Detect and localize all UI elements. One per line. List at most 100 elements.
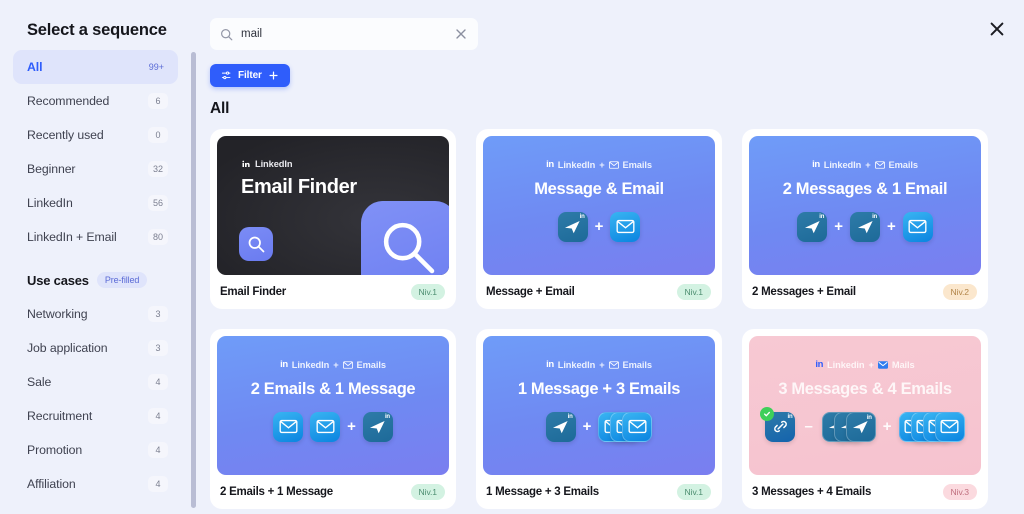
card-source-suffix: Emails — [622, 359, 652, 370]
envelope-icon — [342, 360, 353, 369]
card-visual: in LinkedIn + Emails 2 Messages & 1 Emai… — [749, 136, 981, 275]
plus-separator: + — [887, 218, 896, 236]
card-visual: in LinkedIn + Emails Message & Email in — [483, 136, 715, 275]
plus-separator: + — [868, 359, 874, 370]
linkedin-message-icon: in — [362, 411, 393, 442]
card-footer: 1 Message + 3 Emails Niv.1 — [483, 475, 715, 509]
sidebar-item-label: LinkedIn + Email — [27, 230, 117, 244]
plus-separator: + — [599, 159, 605, 170]
sidebar-item-recruitment[interactable]: Recruitment 4 — [13, 399, 178, 433]
sidebar-item-recommended[interactable]: Recommended 6 — [13, 84, 178, 118]
card-source: in LinkedIn + Emails — [546, 359, 652, 370]
sidebar-item-promotion[interactable]: Promotion 4 — [13, 433, 178, 467]
card-visual: in Linkedin + Mails 3 Messages & 4 Email… — [749, 336, 981, 475]
sidebar-item-all[interactable]: All 99+ — [13, 50, 178, 84]
sidebar-item-count: 4 — [148, 476, 168, 492]
email-icon — [610, 211, 641, 242]
card-visual-title: Email Finder — [241, 176, 357, 198]
card-footer: Message + Email Niv.1 — [483, 275, 715, 309]
card-name: 3 Messages + 4 Emails — [752, 486, 872, 498]
sidebar-item-label: Promotion — [27, 443, 83, 457]
card-visual: in LinkedIn + Emails 1 Message + 3 Email… — [483, 336, 715, 475]
email-icon — [934, 411, 965, 442]
linkedin-icon: in — [815, 359, 824, 370]
sequence-card-2-messages-email[interactable]: in LinkedIn + Emails 2 Messages & 1 Emai… — [742, 129, 988, 309]
dash-separator: – — [804, 418, 813, 436]
clear-icon[interactable] — [454, 27, 468, 41]
search-input[interactable] — [241, 28, 446, 40]
filter-button[interactable]: Filter — [210, 64, 290, 87]
card-icon-row: in + in + — [797, 211, 933, 242]
search-row — [200, 18, 1024, 50]
sidebar-item-label: Sale — [27, 375, 52, 389]
email-icon — [273, 411, 304, 442]
card-name: 2 Messages + Email — [752, 286, 856, 298]
sidebar-item-beginner[interactable]: Beginner 32 — [13, 152, 178, 186]
sequence-card-email-finder[interactable]: LinkedIn Email Finder Email Finder Niv.1 — [210, 129, 456, 309]
sequence-card-message-email[interactable]: in LinkedIn + Emails Message & Email in — [476, 129, 722, 309]
sequence-card-3-messages-4-emails[interactable]: in Linkedin + Mails 3 Messages & 4 Email… — [742, 329, 988, 509]
page-title: Select a sequence — [27, 21, 167, 39]
sidebar-item-job-application[interactable]: Job application 3 — [13, 331, 178, 365]
plus-separator: + — [834, 218, 843, 236]
sidebar-scrollbar[interactable] — [191, 52, 196, 508]
plus-separator: + — [347, 418, 356, 436]
sidebar-item-networking[interactable]: Networking 3 — [13, 297, 178, 331]
card-source-label: LinkedIn — [255, 159, 293, 169]
main-content: Filter All LinkedI — [200, 0, 1024, 514]
sidebar-item-sale[interactable]: Sale 4 — [13, 365, 178, 399]
sidebar-item-linkedin-email[interactable]: LinkedIn + Email 80 — [13, 220, 178, 254]
card-footer: Email Finder Niv.1 — [217, 275, 449, 309]
sidebar-item-count: 3 — [148, 340, 168, 356]
use-cases-title: Use cases — [27, 272, 89, 288]
sidebar-item-label: Networking — [27, 307, 88, 321]
plus-icon — [269, 71, 278, 80]
sequence-card-1-message-3-emails[interactable]: in LinkedIn + Emails 1 Message + 3 Email… — [476, 329, 722, 509]
sidebar-item-recently-used[interactable]: Recently used 0 — [13, 118, 178, 152]
search-box[interactable] — [210, 18, 478, 50]
card-icon-row: in + — [545, 411, 653, 442]
linkedin-message-icon: in — [545, 411, 576, 442]
card-level-badge: Niv.1 — [676, 484, 711, 500]
card-footer: 2 Messages + Email Niv.2 — [749, 275, 981, 309]
sidebar-item-count: 6 — [148, 93, 168, 109]
card-visual: LinkedIn Email Finder — [217, 136, 449, 275]
linkedin-icon: in — [546, 359, 554, 370]
linkedin-message-icon: in — [845, 411, 876, 442]
linkedin-message-icon: in — [797, 211, 828, 242]
card-visual-title: 1 Message + 3 Emails — [517, 380, 681, 398]
email-icon — [310, 411, 341, 442]
filter-label: Filter — [238, 70, 262, 81]
sidebar-scroll-area: All 99+ Recommended 6 Recently used 0 Be… — [0, 50, 188, 514]
sliders-icon — [221, 71, 231, 80]
linkedin-message-icon: in — [557, 211, 588, 242]
select-sequence-modal: Select a sequence All 99+ Recommended 6 … — [0, 0, 1024, 514]
plus-separator: + — [582, 418, 592, 436]
plus-separator: + — [882, 418, 892, 436]
plus-separator: + — [333, 359, 339, 370]
sequence-card-2-emails-1-message[interactable]: in LinkedIn + Emails 2 Emails & 1 Messag… — [210, 329, 456, 509]
close-icon[interactable] — [982, 14, 1012, 44]
card-source-label: LinkedIn — [557, 159, 596, 170]
card-visual-title: 3 Messages & 4 Emails — [778, 380, 952, 398]
card-source-suffix: Emails — [622, 159, 652, 170]
card-source: LinkedIn — [241, 159, 293, 169]
sidebar-item-count: 4 — [148, 442, 168, 458]
card-visual-title: Message & Email — [534, 180, 664, 198]
use-cases-section-header: Use cases Pre-filled — [13, 254, 178, 297]
card-footer: 2 Emails + 1 Message Niv.1 — [217, 475, 449, 509]
card-level-badge: Niv.3 — [942, 484, 977, 500]
envelope-icon — [608, 160, 619, 169]
sidebar-item-count: 3 — [148, 306, 168, 322]
envelope-icon — [877, 360, 888, 369]
sidebar-item-label: Affiliation — [27, 477, 76, 491]
card-source-suffix: Mails — [891, 359, 915, 370]
card-name: Email Finder — [220, 286, 287, 298]
email-icon — [622, 411, 653, 442]
pre-filled-badge: Pre-filled — [96, 272, 148, 288]
sidebar-item-affiliation[interactable]: Affiliation 4 — [13, 467, 178, 501]
card-visual-title: 2 Emails & 1 Message — [250, 380, 416, 398]
sidebar-item-linkedin[interactable]: LinkedIn 56 — [13, 186, 178, 220]
sidebar-item-count: 56 — [148, 195, 168, 211]
card-level-badge: Niv.1 — [676, 284, 711, 300]
